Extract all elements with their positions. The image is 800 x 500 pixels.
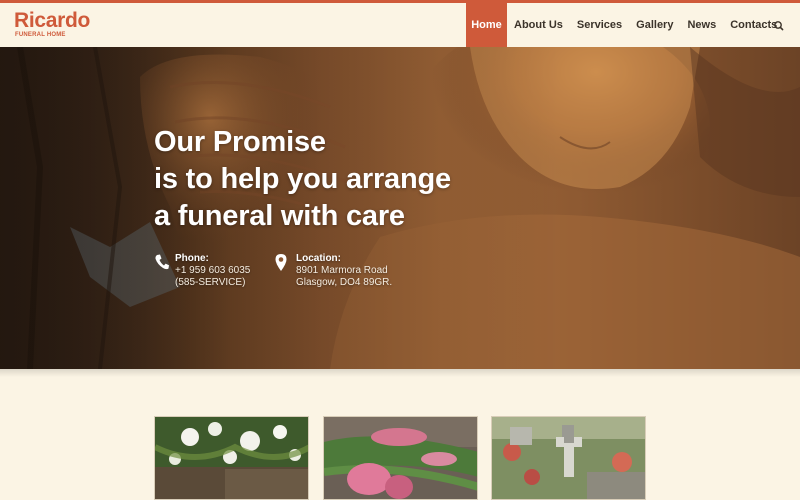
cemetery-image [492,417,645,499]
nav-services[interactable]: Services [570,3,629,47]
cemetery-card[interactable] [491,416,646,500]
site-logo[interactable]: Ricardo FUNERAL HOME [14,10,90,39]
headline-line-2: is to help you arrange [154,163,451,195]
location-label: Location: [296,253,341,264]
address-line-2: Glasgow, DO4 89GR. [296,277,393,288]
phone-vanity: (585-SERVICE) [175,277,246,288]
phone-number[interactable]: +1 959 603 6035 [175,265,250,277]
flower-arrangement-image [155,417,308,499]
main-nav: Home About Us Services Gallery News Cont… [466,3,784,47]
location-info: Location: 8901 Marmora Road Glasgow, DO4… [296,253,392,289]
logo-name: Ricardo [14,9,91,32]
nav-about-us[interactable]: About Us [507,3,570,47]
headline-line-3: a funeral with care [154,200,405,232]
search-button[interactable] [771,18,787,34]
logo-tagline: FUNERAL HOME [15,32,66,38]
nav-gallery[interactable]: Gallery [629,3,680,47]
tulips-card[interactable] [323,416,478,500]
headline-line-1: Our Promise [154,126,326,158]
hero-headline: Our Promise is to help you arrange a fun… [154,124,451,235]
nav-home[interactable]: Home [466,3,507,47]
phone-info: Phone: +1 959 603 6035 (585-SERVICE) [175,253,250,289]
map-pin-icon [275,254,287,271]
hero-shadow [0,369,800,377]
phone-label: Phone: [175,253,209,264]
address-line-1: 8901 Marmora Road [296,265,388,276]
search-icon [774,21,784,31]
flower-arrangement-card[interactable] [154,416,309,500]
tulips-image [324,417,477,499]
phone-icon [155,254,169,270]
site-header: Ricardo FUNERAL HOME Home About Us Servi… [0,3,800,47]
nav-news[interactable]: News [680,3,723,47]
